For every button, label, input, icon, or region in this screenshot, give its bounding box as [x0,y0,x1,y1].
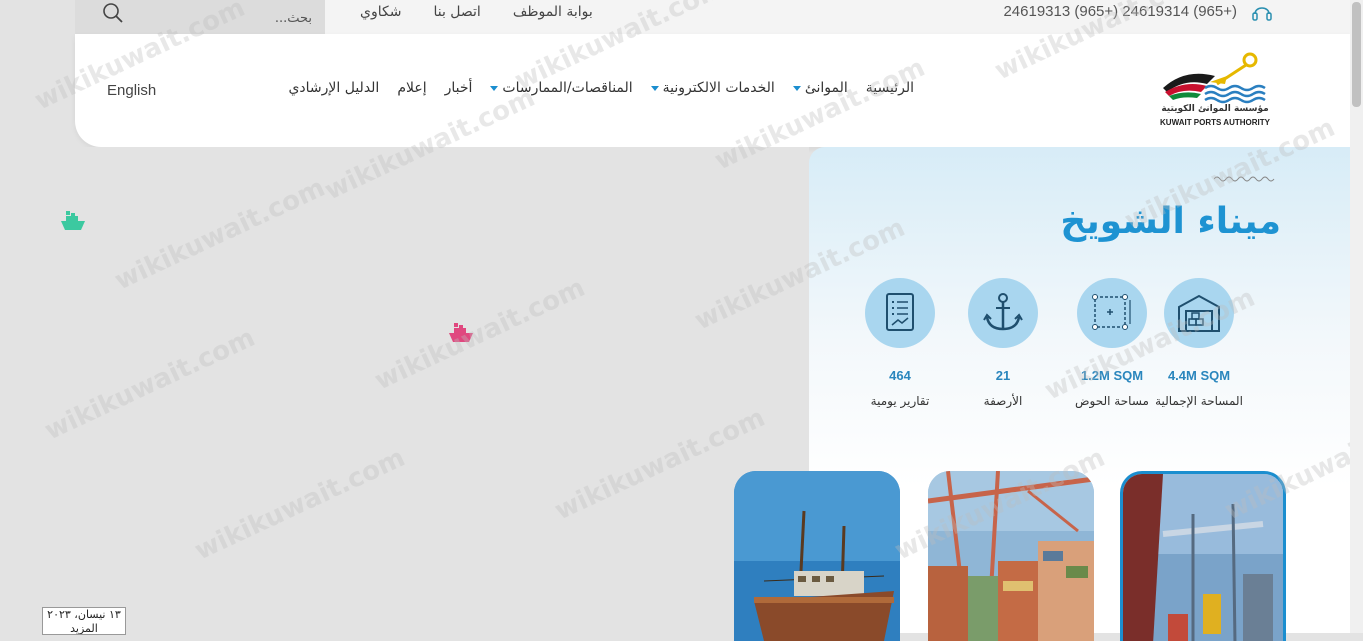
report-icon [886,293,914,331]
ship-marker-icon[interactable] [448,320,474,344]
nav-news[interactable]: أخبار [445,80,473,96]
anchor-icon [983,293,1023,331]
wave-decoration-icon [1214,176,1275,182]
stat-value: 464 [889,368,911,383]
nav-media[interactable]: إعلام [397,80,426,96]
search-icon[interactable] [101,1,125,25]
port-image-card-cranes[interactable] [928,471,1094,641]
stat-circle [968,278,1038,348]
map-date-text: ١٣ نيسان، ٢٠٢٣ [47,608,121,621]
language-switch[interactable]: English [107,82,156,99]
top-link-complaints[interactable]: شكاوي [360,4,401,20]
nav-tenders-label: المناقصات/الممارسات [502,80,633,96]
port-image-card-dhow[interactable] [734,471,900,641]
scrollbar-thumb[interactable] [1352,2,1361,107]
stat-circle [865,278,935,348]
chevron-down-icon [650,85,659,91]
nav-guide[interactable]: الدليل الإرشادي [288,80,379,96]
chevron-down-icon [792,85,801,91]
port-title: ميناء الشويخ [1060,201,1281,242]
warehouse-icon [1178,294,1220,332]
stat-daily-reports: 464 تقارير يومية [830,278,970,408]
search-box [75,0,325,36]
top-link-employee-portal[interactable]: بوابة الموظف [513,4,593,20]
nav-ports[interactable]: الموانئ [792,80,848,96]
main-header: English الرئيسية الموانئ الخدمات الالكتر… [75,34,1350,147]
top-utility-bar: بوابة الموظف اتصل بنا شكاوي 24619313 (96… [75,0,1350,36]
logo-arabic-text: مؤسسة الموانئ الكويتية [1161,104,1269,114]
nav-home[interactable]: الرئيسية [866,80,914,96]
dhow-photo [734,471,900,641]
stat-label: تقارير يومية [870,394,930,408]
area-measure-icon [1092,294,1131,330]
nav-news-label: أخبار [444,80,473,96]
search-input[interactable] [125,0,314,36]
nav-guide-label: الدليل الإرشادي [288,80,380,96]
nav-home-label: الرئيسية [865,80,914,96]
port-map[interactable] [0,147,809,633]
nav-media-label: إعلام [397,80,427,96]
map-date-label: ١٣ نيسان، ٢٠٢٣ المزيد [42,607,126,635]
logo-english-text: KUWAIT PORTS AUTHORITY [1160,118,1270,127]
map-date-sub: المزيد [70,622,98,635]
top-links: بوابة الموظف اتصل بنا شكاوي [360,0,593,24]
chevron-down-icon [490,85,499,91]
nav-eservices[interactable]: الخدمات الالكترونية [650,80,775,96]
port-image-card-ship[interactable] [1120,471,1286,641]
headset-icon [1252,7,1272,21]
top-link-contact-us[interactable]: اتصل بنا [433,4,480,20]
cargo-ship-photo [1123,474,1283,641]
phone-numbers: 24619313 (965+) 24619314 (965+) [1003,2,1237,20]
ship-marker-icon[interactable] [60,208,86,232]
main-nav: الرئيسية الموانئ الخدمات الالكترونية الم… [288,80,914,96]
nav-eservices-label: الخدمات الالكترونية [662,80,775,96]
page-scrollbar[interactable] [1350,0,1363,633]
nav-tenders[interactable]: المناقصات/الممارسات [490,80,633,96]
stat-circle [1077,278,1147,348]
cranes-photo [928,471,1094,641]
nav-ports-label: الموانئ [804,80,848,96]
